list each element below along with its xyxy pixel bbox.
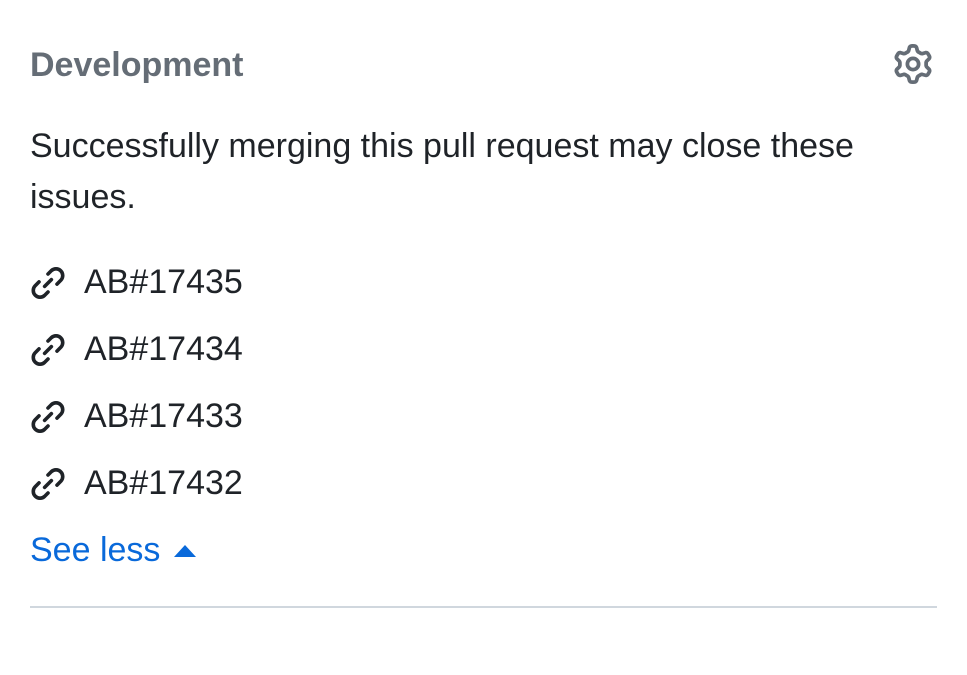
linked-issue-item[interactable]: AB#17432 bbox=[30, 464, 937, 503]
linked-issue-label: AB#17434 bbox=[84, 330, 243, 369]
linked-issue-label: AB#17433 bbox=[84, 397, 243, 436]
linked-issue-item[interactable]: AB#17435 bbox=[30, 263, 937, 302]
linked-issue-item[interactable]: AB#17433 bbox=[30, 397, 937, 436]
linked-issue-item[interactable]: AB#17434 bbox=[30, 330, 937, 369]
link-icon bbox=[30, 399, 66, 435]
toggle-label: See less bbox=[30, 531, 160, 570]
description-text: Successfully merging this pull request m… bbox=[30, 121, 937, 223]
settings-button[interactable] bbox=[889, 40, 937, 91]
link-icon bbox=[30, 265, 66, 301]
linked-issues-list: AB#17435 AB#17434 AB#17433 AB#17432 bbox=[30, 263, 937, 503]
section-divider bbox=[30, 606, 937, 608]
linked-issue-label: AB#17432 bbox=[84, 464, 243, 503]
see-less-toggle[interactable]: See less bbox=[30, 531, 937, 570]
link-icon bbox=[30, 466, 66, 502]
section-title: Development bbox=[30, 46, 244, 85]
link-icon bbox=[30, 332, 66, 368]
caret-up-icon bbox=[174, 545, 196, 557]
linked-issue-label: AB#17435 bbox=[84, 263, 243, 302]
gear-icon bbox=[893, 44, 933, 87]
development-header: Development bbox=[30, 40, 937, 91]
